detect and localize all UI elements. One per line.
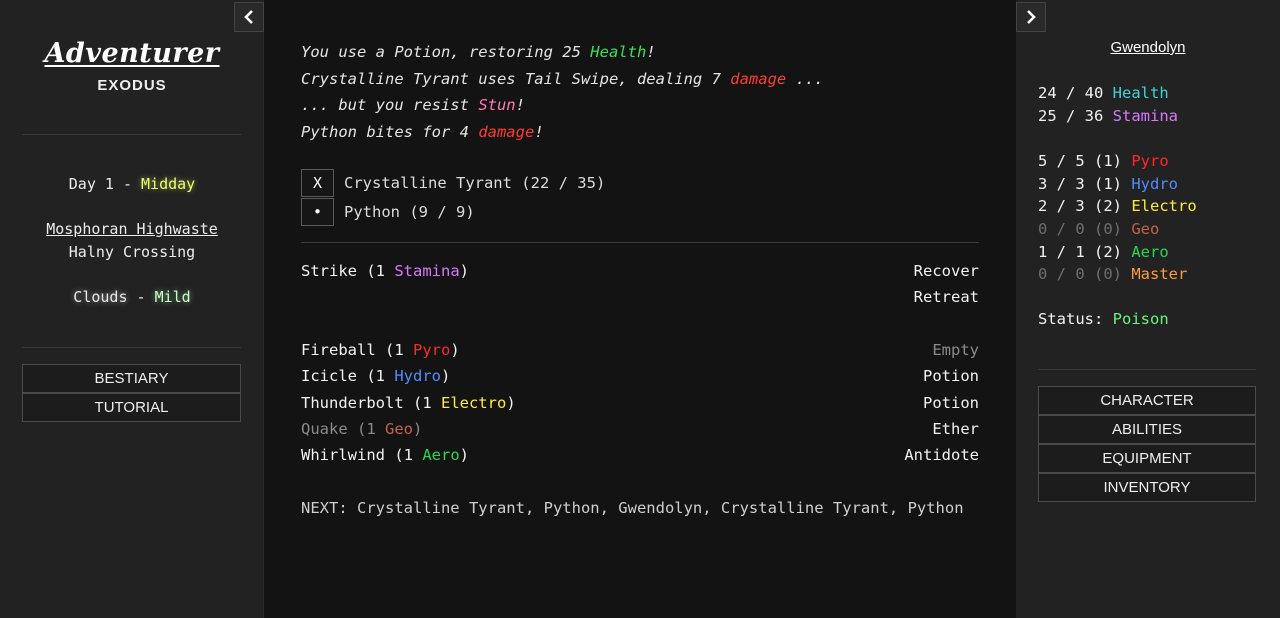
time-of-day: Midday [141,175,196,193]
target-select-tyrant[interactable]: X [301,169,334,197]
collapse-left-button[interactable] [234,2,264,32]
status-badge: Poison [1112,310,1169,328]
pyro-stat: 5 / 5 (1) Pyro [1038,152,1169,170]
retreat-action[interactable]: Retreat [914,288,979,306]
turn-order: NEXT: Crystalline Tyrant, Python, Gwendo… [301,499,964,517]
item-slot-4[interactable]: Ether [932,420,979,438]
weather-type: Clouds [73,288,128,306]
inventory-button[interactable]: INVENTORY [1038,473,1256,502]
bestiary-button[interactable]: BESTIARY [22,364,241,393]
target-row-python[interactable]: • Python (9 / 9) [301,198,475,226]
master-stat: 0 / 0 (0) Master [1038,265,1188,283]
target-label: Crystalline Tyrant (22 / 35) [344,174,606,192]
item-slot-1: Empty [932,341,979,359]
game-subtitle: EXODUS [97,77,167,94]
item-slot-3[interactable]: Potion [923,394,979,412]
ability-whirlwind[interactable]: Whirlwind (1 Aero) [301,446,469,464]
log-line: Python bites for 4 damage! [301,122,544,141]
target-label: Python (9 / 9) [344,203,475,221]
item-slot-2[interactable]: Potion [923,367,979,385]
collapse-right-button[interactable] [1016,2,1046,32]
left-divider-top [22,134,241,135]
strike-action[interactable]: Strike (1 Stamina) [301,262,469,280]
main-divider [301,242,979,243]
location-name: Halny Crossing [68,243,196,261]
ability-quake: Quake (1 Geo) [301,420,423,438]
target-row-tyrant[interactable]: X Crystalline Tyrant (22 / 35) [301,169,605,197]
aero-stat: 1 / 1 (2) Aero [1038,243,1169,261]
log-line: ... but you resist Stun! [301,96,525,114]
health-stat: 24 / 40 Health [1038,84,1169,102]
log-keyword: Health [590,43,647,61]
stamina-stat: 25 / 36 Stamina [1038,107,1178,125]
status-line: Status: Poison [1038,310,1169,328]
chevron-left-icon [244,10,253,24]
geo-stat: 0 / 0 (0) Geo [1038,220,1160,238]
character-name[interactable]: Gwendolyn [1016,39,1280,56]
equipment-button[interactable]: EQUIPMENT [1038,444,1256,473]
character-button[interactable]: CHARACTER [1038,386,1256,415]
day-label: Day 1 - [68,175,142,193]
weather-intensity: Mild [154,288,191,306]
weather-indicator: Clouds - Mild [0,288,264,306]
log-keyword: damage [478,122,535,141]
electro-stat: 2 / 3 (2) Electro [1038,197,1197,215]
item-slot-5[interactable]: Antidote [904,446,979,464]
hydro-stat: 3 / 3 (1) Hydro [1038,175,1178,193]
log-line: Crystalline Tyrant uses Tail Swipe, deal… [301,69,824,88]
ability-thunderbolt[interactable]: Thunderbolt (1 Electro) [301,394,516,412]
day-indicator: Day 1 - Midday [0,175,264,193]
tutorial-button[interactable]: TUTORIAL [22,393,241,422]
region-name[interactable]: Mosphoran Highwaste [0,220,264,238]
region-link[interactable]: Mosphoran Highwaste [46,220,218,238]
chevron-right-icon [1027,10,1036,24]
ability-fireball[interactable]: Fireball (1 Pyro) [301,341,460,359]
left-divider-bottom [22,347,241,348]
weather-sep: - [127,288,155,306]
target-select-python[interactable]: • [301,198,334,226]
log-line: You use a Potion, restoring 25 Health! [301,43,656,61]
game-title: Adventurer [44,38,220,69]
game-logo: Adventurer EXODUS [0,38,264,94]
recover-action[interactable]: Recover [914,262,979,280]
combat-log: You use a Potion, restoring 25 Health! C… [301,39,824,145]
right-divider [1038,369,1256,370]
log-keyword: damage [730,69,787,88]
ability-icicle[interactable]: Icicle (1 Hydro) [301,367,450,385]
abilities-button[interactable]: ABILITIES [1038,415,1256,444]
log-keyword: Stun [478,96,516,114]
